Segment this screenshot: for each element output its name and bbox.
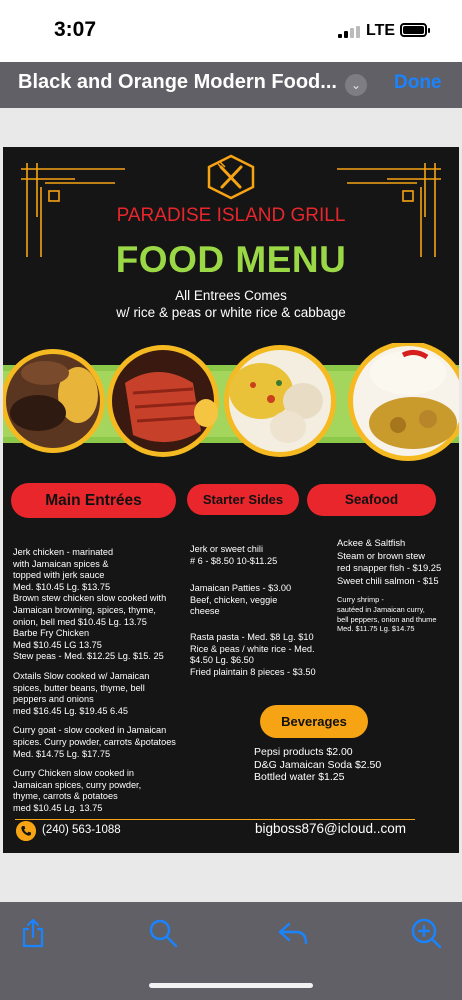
menu-item: Curry Chicken slow cooked in Jamaican sp… <box>13 768 142 813</box>
seafood-heading: Seafood <box>307 484 436 516</box>
menu-item: Jerk chicken - marinated with Jamaican s… <box>13 547 114 592</box>
status-time: 3:07 <box>54 18 97 41</box>
restaurant-name: PARADISE ISLAND GRILL <box>116 205 346 226</box>
beverages-list: Pepsi products $2.00 D&G Jamaican Soda $… <box>254 746 381 784</box>
phone-number: (240) 563-1088 <box>42 824 121 836</box>
email-address: bigboss876@icloud..com <box>255 821 407 836</box>
phone-icon <box>16 821 36 841</box>
menu-page: PARADISE ISLAND GRILL FOOD MENU All Entr… <box>3 147 459 853</box>
menu-item: Brown stew chicken slow cooked with Jama… <box>13 593 167 627</box>
starter-sides-list: Jerk or sweet chili # 6 - $8.50 10-$11.2… <box>190 544 340 678</box>
search-icon[interactable] <box>146 916 180 950</box>
menu-item: Curry goat - slow cooked in Jamaican spi… <box>13 725 176 759</box>
menu-item: Barbe Fry Chicken Med $10.45 LG 13.75 <box>13 628 102 650</box>
nav-bar: Black and Orange Modern Food... ⌄ Done <box>0 62 462 108</box>
menu-item: D&G Jamaican Soda $2.50 <box>254 758 382 771</box>
entrees-note-line2: w/ rice & peas or white rice & cabbage <box>116 305 346 320</box>
menu-item: Bottled water $1.25 <box>254 771 345 783</box>
markup-icon[interactable] <box>409 916 443 950</box>
chevron-down-icon[interactable]: ⌄ <box>345 74 367 96</box>
beverages-heading: Beverages <box>260 705 368 738</box>
menu-item: Jamaican Patties - $3.00 Beef, chicken, … <box>190 583 292 617</box>
main-entrees-list: Jerk chicken - marinated with Jamaican s… <box>13 547 183 814</box>
menu-item: Curry shrimp - sautéed in Jamaican curry… <box>337 595 437 634</box>
menu-item: Ackee & Saltfish Steam or brown stew red… <box>337 537 442 586</box>
reply-icon[interactable] <box>276 916 310 950</box>
utensils-logo-icon <box>207 154 255 200</box>
done-button[interactable]: Done <box>394 72 442 94</box>
document-title[interactable]: Black and Orange Modern Food... <box>18 71 337 94</box>
menu-item: Rasta pasta - Med. $8 Lg. $10 Rice & pea… <box>190 631 316 677</box>
menu-headline: FOOD MENU <box>115 239 347 280</box>
signal-icon <box>338 26 360 38</box>
menu-item: Jerk or sweet chili # 6 - $8.50 10-$11.2… <box>190 544 278 566</box>
footer-divider <box>15 819 415 820</box>
network-label: LTE <box>366 22 396 39</box>
starter-sides-heading: Starter Sides <box>187 484 299 515</box>
home-indicator[interactable] <box>149 983 313 988</box>
share-icon[interactable] <box>16 916 50 950</box>
entrees-note-line1: All Entrees Comes <box>175 288 287 303</box>
menu-item: Stew peas - Med. $12.25 Lg. $15. 25 <box>13 651 164 662</box>
battery-icon <box>400 23 430 37</box>
menu-item: Oxtails Slow cooked w/ Jamaican spices, … <box>13 670 150 716</box>
seafood-list: Ackee & Saltfish Steam or brown stew red… <box>337 537 457 634</box>
status-bar: 3:07 LTE <box>0 0 462 62</box>
menu-item: Pepsi products $2.00 <box>254 746 353 758</box>
food-photos-banner <box>3 343 459 461</box>
main-entrees-heading: Main Entrées <box>11 483 176 518</box>
